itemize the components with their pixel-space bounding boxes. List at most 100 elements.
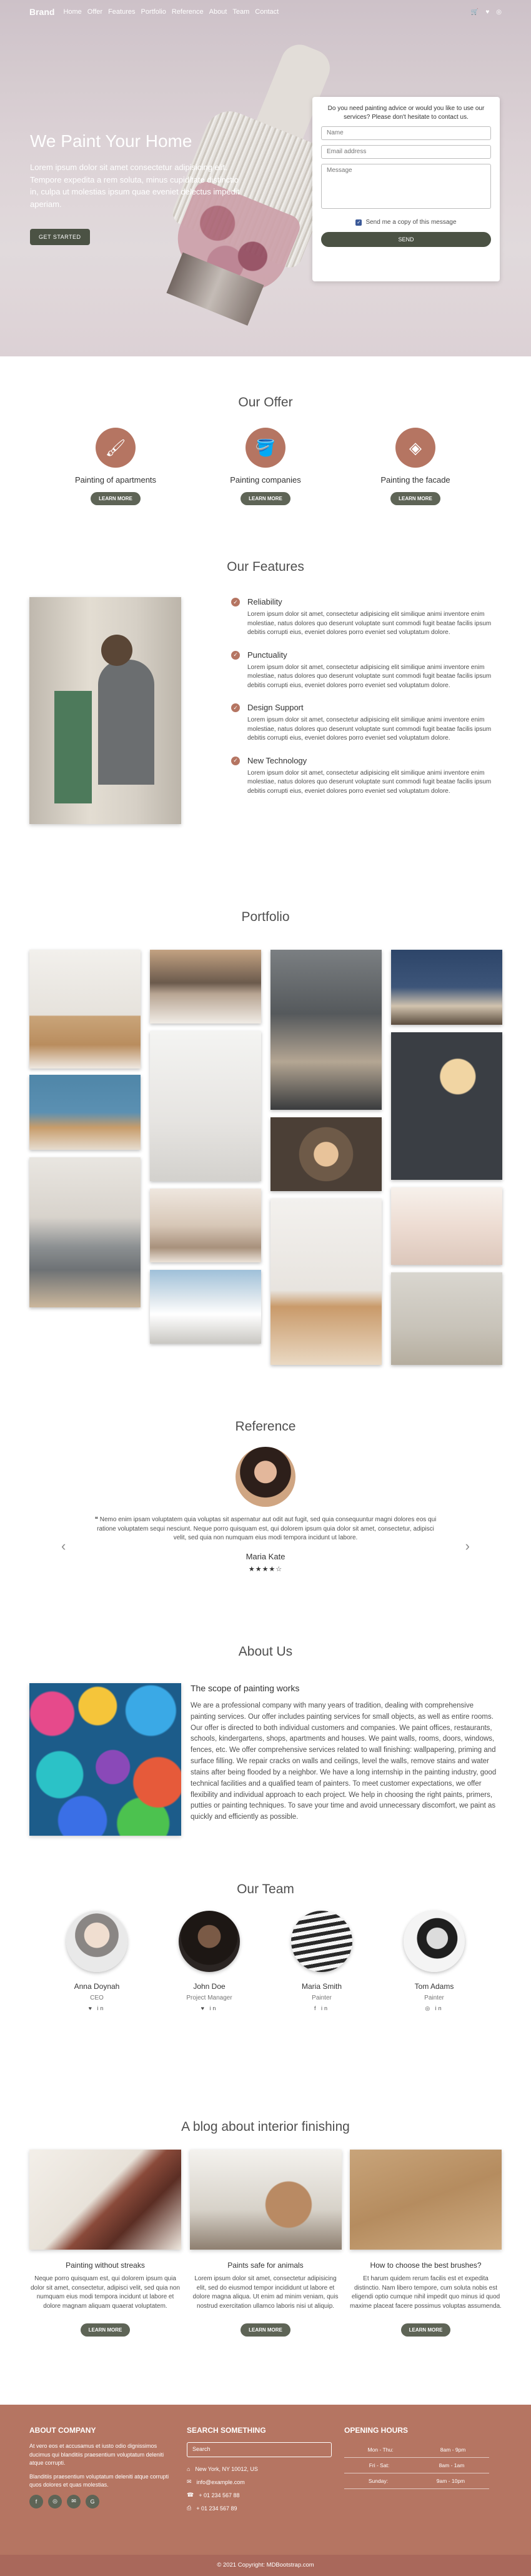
member-social-icons[interactable]: ♥ in xyxy=(159,2005,259,2011)
hero-text: Lorem ipsum dolor sit amet consectetur a… xyxy=(30,163,240,209)
footer-hours-heading: OPENING HOURS xyxy=(344,2426,409,2435)
offer-item: ◈ Painting the facade LEARN MORE xyxy=(353,428,478,505)
email-input[interactable]: Email address xyxy=(321,145,491,159)
portfolio-image[interactable] xyxy=(150,1189,261,1262)
fill-drip-icon: ◈ xyxy=(395,428,435,468)
hours-time: 8am - 1am xyxy=(439,2462,465,2468)
blog-post: Paints safe for animals Lorem ipsum dolo… xyxy=(189,2150,342,2337)
post-title[interactable]: Painting without streaks xyxy=(29,2261,181,2270)
twitter-icon[interactable]: ♥ xyxy=(485,9,489,16)
learn-more-button[interactable]: LEARN MORE xyxy=(390,492,440,505)
nav-link-offer[interactable]: Offer xyxy=(87,8,102,16)
member-role: Painter xyxy=(312,1995,332,2001)
blog-section: A blog about interior finishing Painting… xyxy=(0,2120,531,2337)
member-role: Project Manager xyxy=(186,1995,232,2001)
member-social-icons[interactable]: ◎ in xyxy=(384,2005,484,2012)
check-circle-icon: ✓ xyxy=(231,703,240,712)
about-heading: The scope of painting works xyxy=(191,1683,300,1693)
instagram-icon[interactable]: ◎ xyxy=(496,9,502,16)
avatar xyxy=(179,1911,240,1972)
portfolio-image[interactable] xyxy=(270,950,382,1110)
learn-more-button[interactable]: LEARN MORE xyxy=(241,492,290,505)
name-input[interactable]: Name xyxy=(321,126,491,140)
nav-link-contact[interactable]: Contact xyxy=(255,8,279,16)
copy-checkbox-row[interactable]: ✓ Send me a copy of this message xyxy=(321,219,491,226)
brand-logo[interactable]: Brand xyxy=(29,7,54,17)
features-section: Our Features ✓ Reliability Lorem ipsum d… xyxy=(0,560,531,824)
portfolio-image[interactable] xyxy=(270,1117,382,1191)
post-title[interactable]: How to choose the best brushes? xyxy=(350,2261,502,2270)
hours-day: Mon - Thu: xyxy=(367,2447,394,2453)
nav-link-reference[interactable]: Reference xyxy=(172,8,204,16)
hero-title: We Paint Your Home xyxy=(30,131,192,151)
avatar xyxy=(404,1911,465,1972)
portfolio-image[interactable] xyxy=(29,950,141,1069)
post-text: Lorem ipsum dolor sit amet, consectetur … xyxy=(192,2275,339,2310)
offer-label: Painting of apartments xyxy=(74,475,157,485)
nav-link-team[interactable]: Team xyxy=(232,8,249,16)
envelope-icon: ✉ xyxy=(187,2478,192,2485)
hours-day: Fri - Sat: xyxy=(369,2462,390,2468)
instagram-icon[interactable]: ◎ xyxy=(48,2494,62,2508)
send-button[interactable]: SEND xyxy=(321,232,491,247)
hours-row: Sunday: 9am - 10pm xyxy=(344,2473,489,2489)
blog-post-image[interactable] xyxy=(29,2150,181,2250)
learn-more-button[interactable]: LEARN MORE xyxy=(400,2323,451,2337)
portfolio-image[interactable] xyxy=(391,1187,502,1265)
feature-title: New Technology xyxy=(247,755,307,765)
portfolio-image[interactable] xyxy=(270,1199,382,1365)
email-text[interactable]: info@example.com xyxy=(197,2479,245,2485)
feature-item: ✓ Punctuality Lorem ipsum dolor sit amet… xyxy=(231,650,494,691)
google-icon[interactable]: G xyxy=(86,2494,99,2508)
learn-more-button[interactable]: LEARN MORE xyxy=(91,492,141,505)
facebook-icon[interactable]: f xyxy=(29,2494,43,2508)
footer-search-input[interactable]: Search xyxy=(187,2442,332,2457)
nav-link-features[interactable]: Features xyxy=(108,8,135,16)
portfolio-image[interactable] xyxy=(29,1157,141,1307)
portfolio-image[interactable] xyxy=(391,950,502,1025)
message-textarea[interactable]: Message xyxy=(321,164,491,209)
member-social-icons[interactable]: ♥ in xyxy=(47,2005,147,2011)
carousel-prev-icon[interactable]: ‹ xyxy=(61,1538,66,1554)
blog-post-image[interactable] xyxy=(189,2150,342,2250)
portfolio-image[interactable] xyxy=(391,1272,502,1365)
contact-form: Do you need painting advice or would you… xyxy=(312,97,500,281)
feature-title: Punctuality xyxy=(247,650,287,660)
nav-link-about[interactable]: About xyxy=(209,8,227,16)
checkbox-label: Send me a copy of this message xyxy=(365,219,457,226)
footer-hours-column: OPENING HOURS Mon - Thu: 8am - 9pm Fri - … xyxy=(344,2426,502,2518)
mail-icon[interactable]: ✉ xyxy=(67,2494,81,2508)
member-role: Painter xyxy=(424,1995,444,2001)
address-row: ⌂ New York, NY 10012, US xyxy=(187,2466,332,2472)
check-circle-icon: ✓ xyxy=(231,650,240,660)
nav-link-portfolio[interactable]: Portfolio xyxy=(141,8,166,16)
feature-text: Lorem ipsum dolor sit amet, consectetur … xyxy=(247,717,492,742)
portfolio-image[interactable] xyxy=(150,1270,261,1344)
member-social-icons[interactable]: f in xyxy=(272,2005,372,2011)
checkbox-checked-icon[interactable]: ✓ xyxy=(355,219,362,226)
blog-post-image[interactable] xyxy=(350,2150,502,2250)
portfolio-image[interactable] xyxy=(150,950,261,1024)
member-name: Anna Doynah xyxy=(74,1982,120,1991)
print-icon: ⎙ xyxy=(187,2505,192,2511)
hero-section: We Paint Your Home Lorem ipsum dolor sit… xyxy=(0,0,531,356)
phone-icon: ☎ xyxy=(187,2492,194,2498)
learn-more-button[interactable]: LEARN MORE xyxy=(241,2323,290,2337)
cart-icon[interactable]: 🛒 xyxy=(471,9,479,16)
feature-text: Lorem ipsum dolor sit amet, consectetur … xyxy=(247,663,492,689)
portfolio-image[interactable] xyxy=(391,1032,502,1180)
carousel-next-icon[interactable]: › xyxy=(465,1538,470,1554)
post-title[interactable]: Paints safe for animals xyxy=(190,2261,342,2270)
phone-row: ⎙ + 01 234 567 89 xyxy=(187,2505,332,2512)
get-started-button[interactable]: GET STARTED xyxy=(30,229,90,245)
footer-about-column: ABOUT COMPANY At vero eos et accusamus e… xyxy=(29,2426,187,2518)
member-role: CEO xyxy=(90,1995,104,2001)
home-icon: ⌂ xyxy=(187,2466,191,2472)
nav-links: Home Offer Features Portfolio Reference … xyxy=(63,8,279,16)
nav-link-home[interactable]: Home xyxy=(63,8,81,16)
learn-more-button[interactable]: LEARN MORE xyxy=(80,2323,131,2337)
portfolio-image[interactable] xyxy=(29,1075,141,1150)
portfolio-image[interactable] xyxy=(150,1031,261,1181)
feature-text: Lorem ipsum dolor sit amet, consectetur … xyxy=(247,769,492,795)
rating-stars: ★★★★☆ xyxy=(248,1565,283,1573)
